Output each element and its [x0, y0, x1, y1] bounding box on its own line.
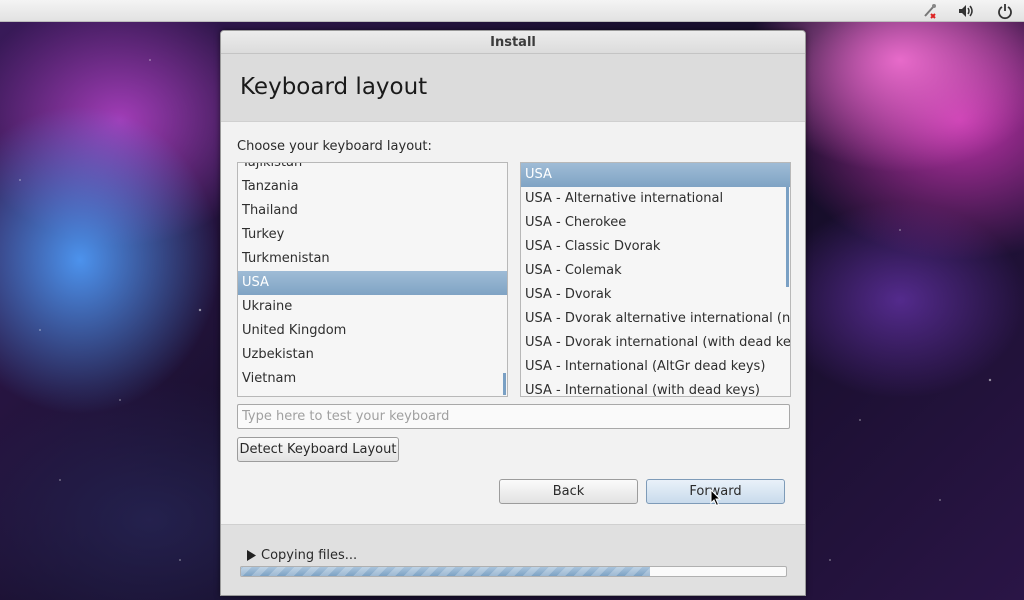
window-title: Install — [221, 31, 805, 54]
list-item-country-selected[interactable]: USA — [238, 271, 507, 295]
back-button[interactable]: Back — [499, 479, 638, 504]
content-area: Choose your keyboard layout: Tajikistan … — [221, 122, 805, 554]
progress-fill — [241, 567, 650, 576]
volume-icon[interactable] — [957, 2, 975, 20]
list-item-country[interactable]: Ukraine — [238, 295, 507, 319]
country-list-scrollbar[interactable] — [503, 373, 506, 395]
expander-arrow-icon[interactable] — [246, 550, 257, 561]
list-item-country[interactable]: Uzbekistan — [238, 343, 507, 367]
network-disconnected-icon[interactable] — [921, 2, 939, 20]
country-list[interactable]: Tajikistan Tanzania Thailand Turkey Turk… — [237, 162, 508, 397]
list-item-variant[interactable]: USA - Dvorak international (with dead ke… — [521, 331, 790, 355]
list-item-variant[interactable]: USA - International (with dead keys) — [521, 379, 790, 396]
list-item-variant[interactable]: USA - International (AltGr dead keys) — [521, 355, 790, 379]
top-panel — [0, 0, 1024, 22]
mouse-cursor-icon — [710, 489, 722, 507]
list-item-country[interactable]: Tajikistan — [238, 163, 507, 175]
power-icon[interactable] — [996, 2, 1014, 20]
page-title: Keyboard layout — [240, 74, 428, 100]
header-band: Keyboard layout — [221, 54, 805, 122]
list-item-country[interactable]: Vietnam — [238, 367, 507, 391]
list-item-country[interactable]: Turkmenistan — [238, 247, 507, 271]
list-item-country[interactable]: Thailand — [238, 199, 507, 223]
status-text: Copying files... — [261, 548, 358, 563]
copying-status[interactable]: Copying files... — [246, 548, 357, 563]
list-item-variant[interactable]: USA - Dvorak — [521, 283, 790, 307]
installer-window: Install Keyboard layout Choose your keyb… — [220, 30, 806, 596]
variant-list[interactable]: USA USA - Alternative international USA … — [520, 162, 791, 397]
choose-layout-label: Choose your keyboard layout: — [237, 139, 432, 154]
list-item-variant[interactable]: USA - Colemak — [521, 259, 790, 283]
list-item-country[interactable]: United Kingdom — [238, 319, 507, 343]
list-item-variant[interactable]: USA - Dvorak alternative international (… — [521, 307, 790, 331]
list-item-country[interactable]: Tanzania — [238, 175, 507, 199]
list-item-variant-selected[interactable]: USA — [521, 163, 790, 187]
list-item-variant[interactable]: USA - Cherokee — [521, 211, 790, 235]
detect-layout-button[interactable]: Detect Keyboard Layout — [237, 437, 399, 462]
progress-bar — [240, 566, 787, 577]
install-progress-footer: Copying files... — [221, 524, 805, 595]
list-item-variant[interactable]: USA - Alternative international — [521, 187, 790, 211]
keyboard-test-input[interactable] — [237, 404, 790, 429]
variant-list-scrollbar[interactable] — [786, 187, 789, 287]
list-item-variant[interactable]: USA - Classic Dvorak — [521, 235, 790, 259]
list-item-country[interactable]: Turkey — [238, 223, 507, 247]
